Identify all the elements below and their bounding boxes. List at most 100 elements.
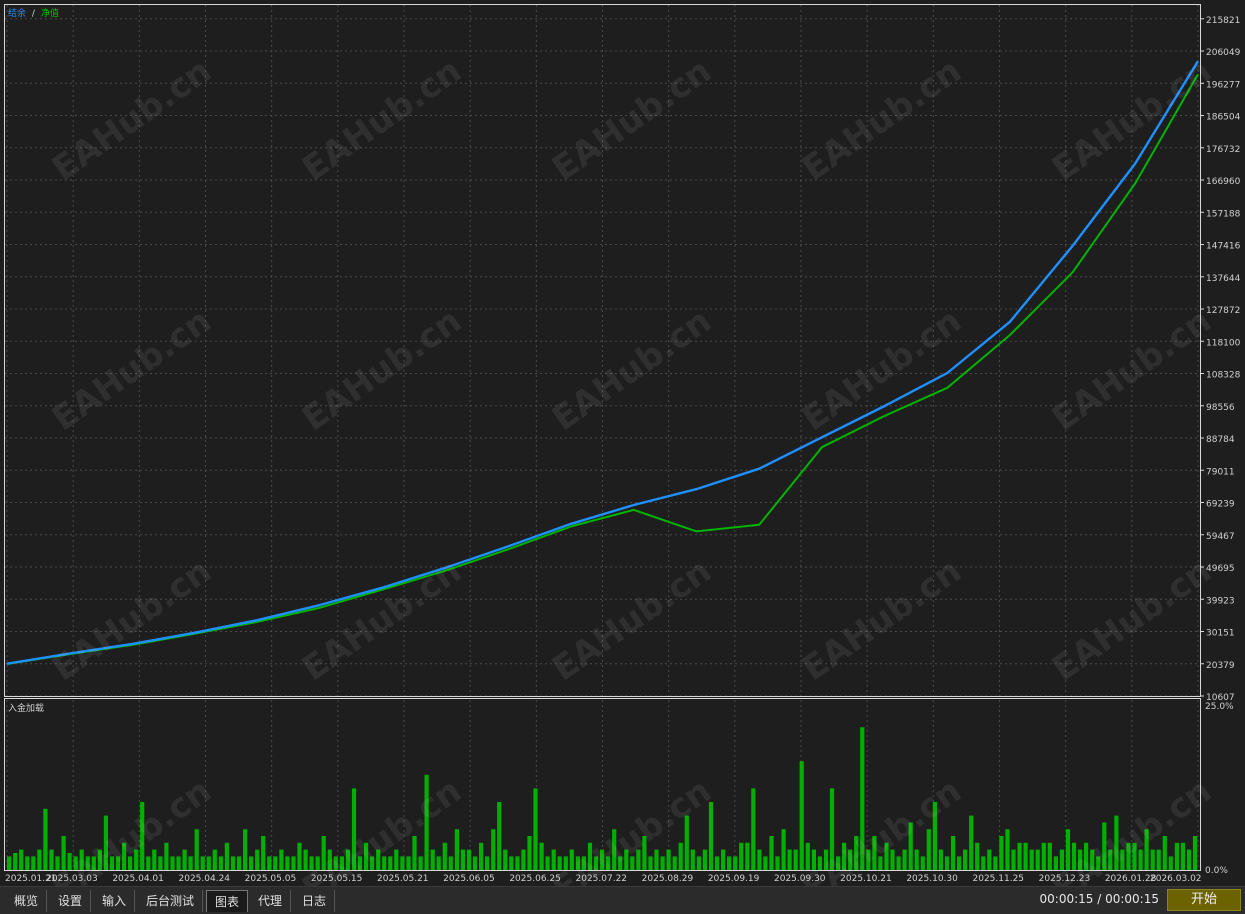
- load-bar: [224, 842, 229, 870]
- y-tick-label: 69239: [1206, 500, 1235, 510]
- load-bar: [600, 849, 605, 870]
- load-bar: [957, 856, 962, 870]
- load-bar: [376, 849, 381, 870]
- load-bar: [751, 788, 756, 870]
- load-bar: [55, 856, 60, 870]
- y-tick-label: 157188: [1206, 209, 1241, 219]
- load-bar: [303, 849, 308, 870]
- load-bar: [115, 856, 121, 870]
- x-axis-labels: 2025.01.212025.03.03 2025.04.01 2025.04.24…: [5, 874, 1202, 884]
- x-tick-label: 2025.06.05: [443, 874, 495, 884]
- load-bar: [533, 788, 538, 870]
- load-bar: [521, 849, 526, 870]
- y-tick-label: 127872: [1206, 306, 1240, 316]
- load-bar: [134, 849, 139, 870]
- load-bar: [1102, 822, 1107, 870]
- load-bar: [1162, 836, 1167, 870]
- x-tick-label: 2025.07.22: [576, 874, 628, 884]
- load-bar: [128, 856, 133, 870]
- load-bar: [236, 856, 242, 870]
- load-bar: [557, 856, 562, 870]
- load-bar: [1047, 842, 1052, 870]
- load-bar: [757, 849, 762, 870]
- load-bar: [727, 856, 732, 870]
- load-bar: [152, 849, 157, 870]
- load-bar: [460, 849, 465, 870]
- load-bar: [733, 856, 738, 870]
- tab-settings[interactable]: 设置: [50, 890, 92, 912]
- load-bar: [297, 842, 302, 870]
- load-bar: [938, 849, 943, 870]
- load-bar: [999, 836, 1004, 870]
- subpanel-bottom-label: 0.0%: [1205, 866, 1228, 876]
- load-bar: [1090, 849, 1095, 870]
- load-bar: [497, 802, 502, 870]
- tab-graph[interactable]: 图表: [206, 890, 249, 912]
- load-bar: [660, 856, 665, 870]
- load-bar: [394, 849, 399, 870]
- load-bar: [109, 856, 115, 870]
- y-tick-label: 88784: [1206, 435, 1235, 445]
- load-bar: [678, 842, 683, 870]
- load-bar: [745, 842, 750, 870]
- tab-journal[interactable]: 日志: [294, 890, 336, 912]
- load-bar: [1065, 829, 1071, 870]
- load-bar: [829, 788, 835, 870]
- load-bar: [690, 849, 695, 870]
- load-bar: [25, 856, 30, 870]
- x-tick-label: 2025.10.30: [906, 874, 958, 884]
- load-bar: [721, 849, 726, 870]
- tab-agents[interactable]: 代理: [250, 890, 292, 912]
- load-bar: [273, 856, 278, 870]
- load-bar: [345, 849, 350, 870]
- start-button[interactable]: 开始: [1167, 889, 1241, 911]
- tab-overview[interactable]: 概览: [6, 890, 48, 912]
- x-tick-label: 2026.01.28: [1105, 874, 1157, 884]
- load-bar: [37, 849, 42, 870]
- load-bar: [1108, 849, 1113, 870]
- y-tick-label: 20379: [1206, 661, 1235, 671]
- subpanel-top-label: 25.0%: [1205, 702, 1234, 712]
- x-tick-label: 2025.10.21: [840, 874, 892, 884]
- load-bar: [950, 836, 956, 870]
- load-bar: [418, 856, 423, 870]
- x-tick-label: 2025.06.25: [509, 874, 561, 884]
- load-bar: [194, 829, 199, 870]
- tab-backtest[interactable]: 后台测试: [138, 890, 204, 912]
- load-bar: [902, 849, 907, 870]
- load-bar: [612, 829, 617, 870]
- load-bar: [739, 842, 744, 870]
- load-bar: [932, 802, 937, 870]
- tab-inputs[interactable]: 输入: [94, 890, 136, 912]
- subpanel-title: 入金加载: [8, 702, 44, 714]
- load-bar: [315, 856, 320, 870]
- x-tick-label: 2025.12.23: [1039, 874, 1091, 884]
- elapsed-timer: 00:00:15 / 00:00:15: [1039, 892, 1159, 906]
- load-bar: [811, 849, 816, 870]
- load-bar: [382, 856, 387, 870]
- load-bar: [987, 849, 992, 870]
- load-bar: [769, 836, 774, 870]
- load-bar: [624, 849, 629, 870]
- load-bar: [993, 856, 998, 870]
- tester-tab-bar: 概览 设置 输入 后台测试 图表 代理 日志 00:00:15 / 00:00:…: [0, 886, 1245, 914]
- load-bar: [648, 856, 653, 870]
- y-tick-label: 59467: [1206, 532, 1235, 542]
- load-bar: [1071, 842, 1077, 870]
- load-bar: [1035, 849, 1040, 870]
- load-bar: [878, 856, 883, 870]
- load-bar: [920, 856, 925, 870]
- load-bar: [1120, 849, 1125, 870]
- load-bar: [654, 849, 659, 870]
- y-tick-label: 118100: [1206, 338, 1241, 348]
- load-bar: [91, 856, 96, 870]
- load-bar: [1126, 842, 1131, 870]
- x-tick-label: 2025.11.25: [973, 874, 1025, 884]
- load-bar: [285, 856, 290, 870]
- load-bar: [357, 856, 363, 870]
- load-bar: [1029, 849, 1034, 870]
- load-bar: [472, 856, 478, 870]
- load-bar: [569, 849, 574, 870]
- load-bar: [509, 856, 514, 870]
- y-tick-label: 215821: [1206, 16, 1240, 26]
